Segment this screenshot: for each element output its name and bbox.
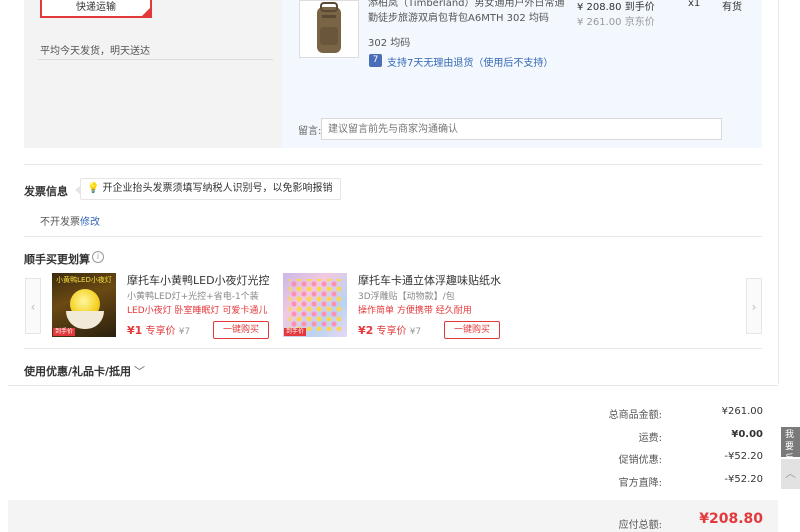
coupon-label: 使用优惠/礼品卡/抵用	[24, 365, 132, 378]
addon-product-image[interactable]: 小黄鸭LED小夜灯 到手价	[52, 273, 116, 337]
addon-product-name[interactable]: 摩托车卡通立体浮趣味贴纸水	[358, 272, 501, 288]
addon-product-orig-price: ¥7	[178, 327, 191, 337]
addon-title: 顺手买更划算	[24, 253, 90, 266]
summary-value: ¥0.00	[731, 429, 763, 440]
feedback-tab[interactable]: 我要反馈	[781, 427, 800, 457]
section-divider	[24, 164, 762, 165]
shipping-panel	[24, 0, 282, 148]
total-value: ¥208.80	[699, 511, 763, 527]
summary-value: -¥52.20	[724, 451, 763, 462]
product-jd-price: ¥ 261.00 京东价	[577, 17, 655, 28]
addon-product-price: ¥1	[127, 324, 143, 337]
addon-product-sub: 小黄鸭LED灯+光控+省电-1个装	[127, 292, 259, 302]
coupon-toggle[interactable]: 使用优惠/礼品卡/抵用 ﹀	[24, 363, 145, 379]
addon-product-price-line: ¥2 专享价 ¥7	[358, 322, 421, 337]
addon-product-promo: 操作简单 方便携带 经久耐用	[358, 306, 472, 316]
summary-label: 运费:	[638, 433, 662, 444]
section-divider	[24, 348, 762, 349]
invoice-status: 不开发票	[40, 217, 80, 228]
invoice-edit-link[interactable]: 修改	[80, 213, 100, 228]
summary-value: ¥261.00	[721, 406, 763, 417]
info-icon[interactable]: i	[92, 251, 104, 263]
one-click-buy-button[interactable]: 一键购买	[444, 321, 500, 339]
main-bottom-border	[8, 385, 778, 386]
addon-product-image[interactable]: 到手价	[283, 273, 347, 337]
addon-product-price-line: ¥1 专享价 ¥7	[127, 322, 190, 337]
sticker-pattern	[289, 279, 341, 331]
product-variant: 302 均码	[368, 38, 411, 49]
product-price: ¥ 208.80 到手价	[577, 2, 655, 13]
image-badge: 到手价	[284, 328, 307, 336]
lightbulb-icon: 💡	[87, 183, 100, 194]
back-to-top-button[interactable]: ︿	[781, 459, 800, 489]
return-policy-text: 支持7天无理由退货（使用后不支持）	[387, 58, 554, 69]
image-badge: 到手价	[53, 328, 76, 336]
carousel-next-button[interactable]: ›	[746, 278, 762, 334]
summary-label: 官方直降:	[618, 478, 662, 489]
remark-label: 留言:	[298, 126, 322, 137]
price-tag: 专享价	[376, 326, 407, 337]
stock-status: 有货	[722, 2, 742, 13]
backpack-icon	[317, 2, 341, 53]
invoice-tip: 💡 开企业抬头发票须填写纳税人识别号，以免影响报销	[80, 178, 342, 200]
invoice-title: 发票信息	[24, 185, 68, 198]
product-thumbnail[interactable]	[299, 0, 359, 58]
product-title[interactable]: 添柏岚（Timberland）男女通用户外日常通勤徒步旅游双肩包背包A6MTH …	[368, 0, 568, 26]
product-quantity: x1	[688, 0, 701, 9]
summary-label: 总商品金额:	[608, 410, 662, 421]
addon-product-sub: 3D浮雕贴【动物款】/包	[358, 292, 455, 302]
shipping-divider	[38, 59, 273, 60]
remark-input[interactable]	[321, 118, 722, 140]
shipping-option-label: 快递运输	[76, 2, 116, 13]
chevron-up-icon: ︿	[785, 467, 796, 480]
total-label: 应付总额:	[618, 520, 662, 531]
invoice-tip-text: 开企业抬头发票须填写纳税人识别号，以免影响报销	[102, 183, 333, 194]
eggshell-icon	[66, 311, 104, 329]
section-divider	[24, 236, 762, 237]
summary-value: -¥52.20	[724, 474, 763, 485]
carousel-prev-button[interactable]: ‹	[25, 278, 41, 334]
shipping-note: 平均今天发货，明天送达	[40, 46, 150, 57]
addon-product-price: ¥2	[358, 324, 374, 337]
product-image-label: 小黄鸭LED小夜灯	[56, 276, 112, 284]
summary-label: 促销优惠:	[618, 455, 662, 466]
addon-product-promo: LED小夜灯 卧室睡眠灯 可爱卡通儿	[127, 306, 268, 316]
return-policy-icon: 7	[369, 54, 382, 67]
chevron-down-icon: ﹀	[134, 365, 146, 378]
selected-check-icon	[142, 8, 150, 16]
one-click-buy-button[interactable]: 一键购买	[213, 321, 269, 339]
price-tag: 专享价	[145, 326, 176, 337]
addon-product-orig-price: ¥7	[409, 327, 422, 337]
shipping-option-express[interactable]: 快递运输	[40, 0, 152, 18]
addon-product-name[interactable]: 摩托车小黄鸭LED小夜灯光控	[127, 272, 270, 288]
